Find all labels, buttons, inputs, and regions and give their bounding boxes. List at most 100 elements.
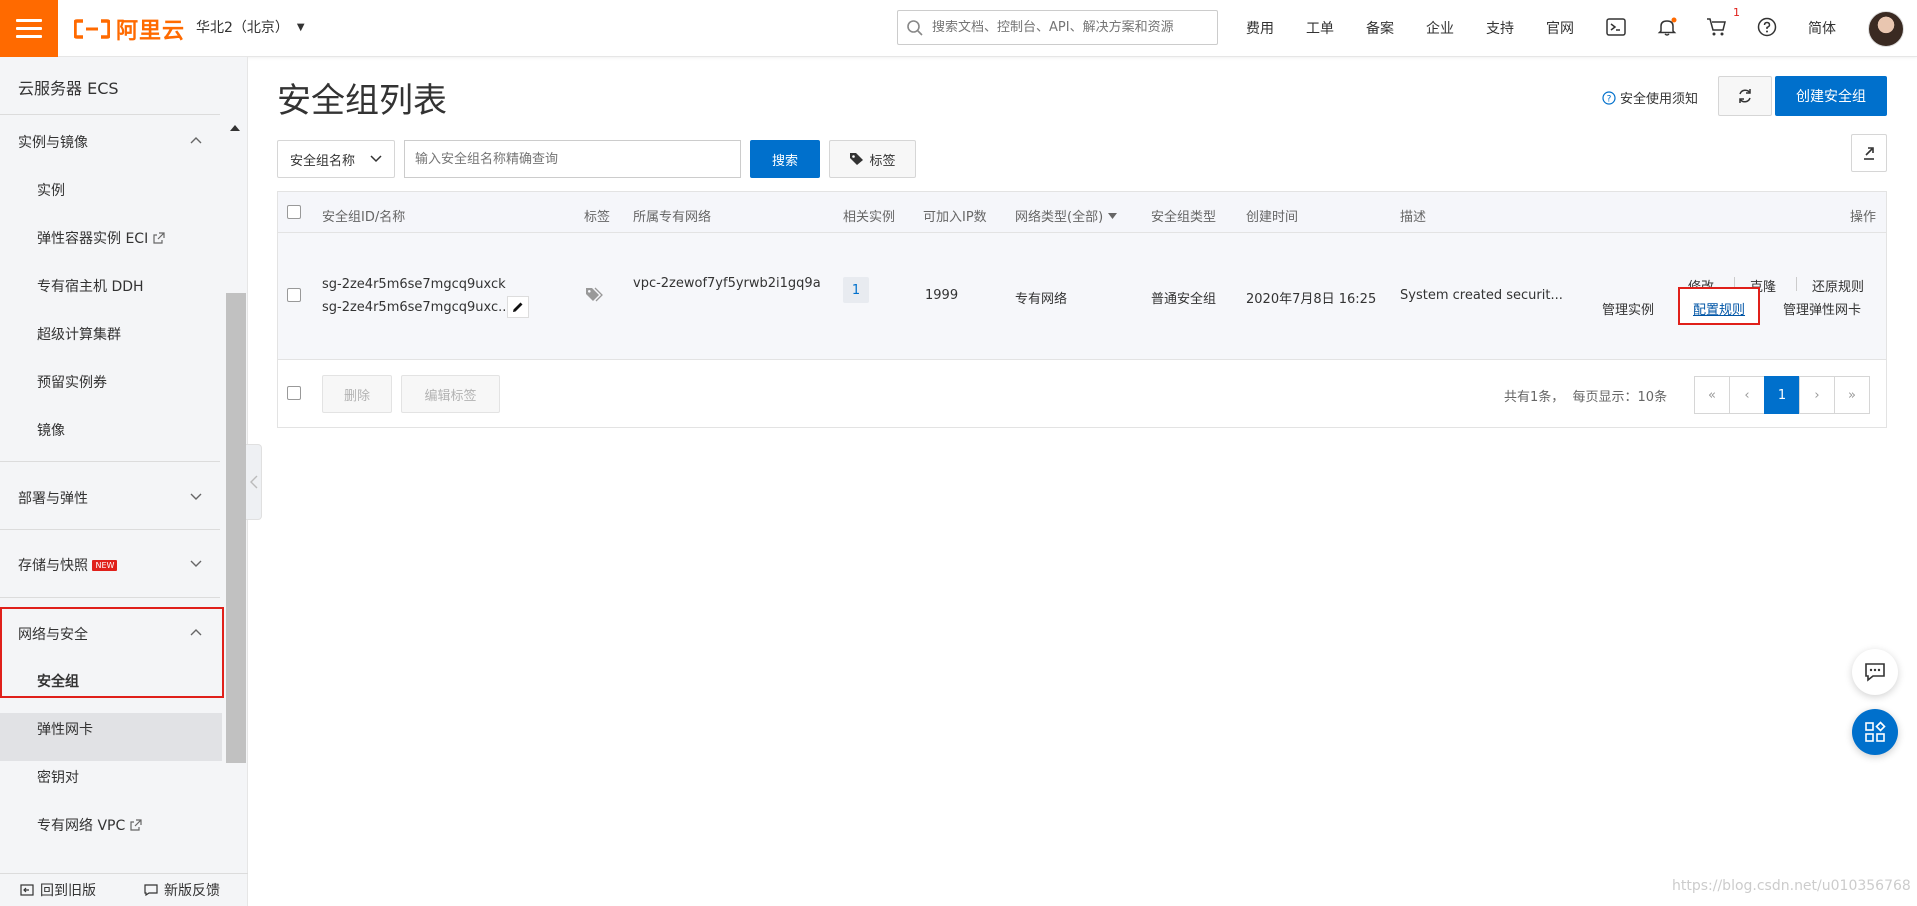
restore-rules-link[interactable]: 还原规则 — [1812, 276, 1864, 295]
nav-support[interactable]: 支持 — [1486, 18, 1514, 38]
filter-field-select[interactable]: 安全组名称 — [277, 140, 395, 178]
scroll-up-arrow-icon[interactable] — [229, 123, 241, 133]
sidebar-item-instances[interactable]: 实例 — [37, 180, 65, 200]
next-page-button[interactable]: › — [1799, 376, 1835, 414]
manage-eni-link[interactable]: 管理弹性网卡 — [1783, 299, 1861, 318]
menu-icon[interactable] — [0, 0, 58, 57]
col-description: 描述 — [1400, 210, 1427, 225]
chat-button[interactable] — [1852, 649, 1898, 695]
logo-text: 阿里云 — [116, 19, 186, 44]
back-to-old-version[interactable]: 回到旧版 — [20, 880, 96, 900]
chevron-up-icon[interactable] — [190, 134, 202, 146]
sidebar-active-highlight — [0, 713, 222, 761]
tag-icon — [850, 153, 864, 165]
prev-page-button[interactable]: ‹ — [1729, 376, 1765, 414]
watermark-text: https://blog.csdn.net/u010356768 — [1672, 878, 1911, 894]
sidebar-item-vpc-label: 专有网络 VPC — [37, 818, 126, 834]
tag-icon[interactable] — [585, 287, 603, 302]
cart-count-badge: 1 — [1733, 6, 1740, 19]
edit-name-button[interactable] — [507, 296, 529, 318]
network-type: 专有网络 — [1015, 292, 1068, 307]
nav-icp[interactable]: 备案 — [1366, 18, 1394, 38]
export-button[interactable] — [1851, 134, 1887, 172]
chevron-down-icon[interactable] — [190, 490, 202, 502]
filter-input[interactable] — [404, 140, 741, 178]
nav-fee[interactable]: 费用 — [1246, 18, 1274, 38]
sidebar-group-storage[interactable]: 存储与快照 NEW — [18, 555, 118, 575]
footer-select-all-checkbox[interactable] — [287, 386, 301, 400]
region-selector[interactable]: 华北2（北京） ▼ — [196, 17, 305, 37]
divider — [0, 461, 220, 462]
edit-tags-button[interactable]: 编辑标签 — [401, 375, 500, 413]
delete-button[interactable]: 删除 — [322, 375, 392, 413]
refresh-icon — [1739, 89, 1751, 103]
page-title: 安全组列表 — [277, 81, 447, 121]
ip-count: 1999 — [925, 288, 959, 303]
help-icon[interactable] — [1757, 17, 1777, 37]
sidebar-item-eci[interactable]: 弹性容器实例 ECI — [37, 228, 165, 248]
user-avatar[interactable] — [1868, 11, 1904, 47]
page-1-button[interactable]: 1 — [1764, 376, 1800, 414]
sidebar-item-images[interactable]: 镜像 — [37, 420, 65, 440]
security-notice-link[interactable]: ? 安全使用须知 — [1602, 88, 1698, 107]
region-label: 华北2（北京） — [196, 20, 289, 36]
export-icon — [1864, 147, 1874, 160]
caret-down-icon — [1108, 212, 1118, 219]
nav-enterprise[interactable]: 企业 — [1426, 18, 1454, 38]
sidebar-item-reserved[interactable]: 预留实例券 — [37, 372, 107, 392]
sidebar: 云服务器 ECS 实例与镜像 实例 弹性容器实例 ECI 专有宿主机 DDH 超… — [0, 57, 248, 906]
scrollbar-track — [226, 117, 246, 293]
manage-instances-link[interactable]: 管理实例 — [1602, 299, 1654, 318]
sidebar-collapse-toggle[interactable] — [246, 444, 262, 520]
nav-official-site[interactable]: 官网 — [1546, 18, 1574, 38]
language-switch[interactable]: 简体 — [1808, 18, 1836, 38]
divider — [0, 529, 220, 530]
security-group-name: sg-2ze4r5m6se7mgcq9uxc... — [322, 300, 511, 315]
security-group-id-link[interactable]: sg-2ze4r5m6se7mgcq9uxck — [322, 277, 506, 292]
sidebar-item-ddh[interactable]: 专有宿主机 DDH — [37, 276, 144, 296]
search-input[interactable] — [932, 20, 1212, 35]
sidebar-group-storage-label: 存储与快照 — [18, 558, 88, 574]
table-row: sg-2ze4r5m6se7mgcq9uxck sg-2ze4r5m6se7mg… — [277, 233, 1887, 360]
chevron-down-icon[interactable] — [190, 557, 202, 569]
create-security-group-button[interactable]: 创建安全组 — [1775, 76, 1887, 116]
help-circle-icon: ? — [1602, 90, 1616, 105]
select-all-checkbox[interactable] — [287, 205, 301, 219]
caret-down-icon: ▼ — [296, 21, 305, 33]
svg-text:?: ? — [1607, 94, 1612, 104]
first-page-button[interactable]: « — [1694, 376, 1730, 414]
terminal-icon[interactable] — [1606, 18, 1626, 36]
col-vpc: 所属专有网络 — [633, 210, 712, 225]
chat-icon — [1865, 663, 1885, 682]
nav-ticket[interactable]: 工单 — [1306, 18, 1334, 38]
sidebar-item-scc[interactable]: 超级计算集群 — [37, 324, 121, 344]
description: System created securit... — [1400, 288, 1563, 303]
col-tags: 标签 — [584, 210, 611, 225]
related-instances-count[interactable]: 1 — [843, 277, 869, 303]
chevron-down-icon — [370, 155, 382, 163]
aliyun-logo[interactable]: 阿里云 — [74, 15, 186, 44]
cart-icon[interactable] — [1706, 17, 1728, 37]
sidebar-group-instances[interactable]: 实例与镜像 — [18, 132, 88, 152]
feedback-link[interactable]: 新版反馈 — [144, 880, 220, 900]
sidebar-item-vpc[interactable]: 专有网络 VPC — [37, 815, 142, 835]
col-created: 创建时间 — [1246, 210, 1299, 225]
divider — [1796, 277, 1797, 291]
scrollbar-thumb[interactable] — [226, 293, 246, 763]
search-button[interactable]: 搜索 — [750, 140, 820, 178]
refresh-button[interactable] — [1718, 76, 1772, 116]
divider — [0, 114, 220, 115]
sidebar-group-deploy[interactable]: 部署与弹性 — [18, 488, 88, 508]
external-link-icon — [153, 232, 165, 244]
last-page-button[interactable]: » — [1834, 376, 1870, 414]
sidebar-item-eni[interactable]: 弹性网卡 — [37, 719, 93, 739]
pagination: « ‹ 1 › » — [1694, 376, 1870, 414]
apps-button[interactable] — [1852, 709, 1898, 755]
row-checkbox[interactable] — [287, 288, 301, 302]
sidebar-item-keypair[interactable]: 密钥对 — [37, 767, 79, 787]
sidebar-item-eci-label: 弹性容器实例 ECI — [37, 231, 149, 247]
tag-filter-button[interactable]: 标签 — [829, 140, 916, 178]
global-search[interactable] — [897, 10, 1218, 45]
col-net-type-filter[interactable]: 网络类型(全部) — [1015, 206, 1118, 225]
bell-icon[interactable] — [1657, 17, 1677, 37]
